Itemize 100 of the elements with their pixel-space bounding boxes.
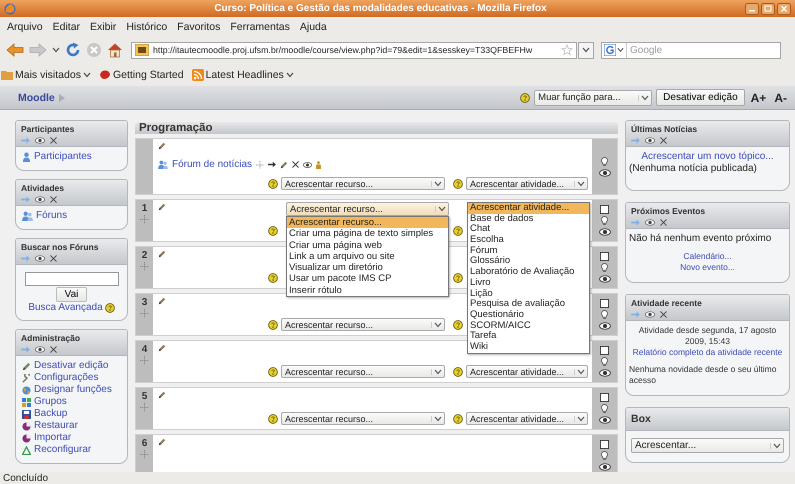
dropdown-option[interactable]: Inserir rótulo: [287, 284, 448, 296]
menu-item[interactable]: Editar: [48, 20, 86, 34]
block-link[interactable]: Participantes: [34, 151, 92, 163]
eye-icon[interactable]: [645, 137, 655, 144]
pencil-icon[interactable]: [158, 297, 166, 305]
pencil-icon[interactable]: [280, 160, 288, 168]
block-link[interactable]: Configurações: [34, 372, 98, 384]
help-icon[interactable]: [453, 414, 463, 424]
help-icon[interactable]: [104, 302, 115, 312]
add-activity-select[interactable]: Acrescentar atividade...: [466, 177, 588, 190]
dropdown-option[interactable]: SCORM/AICC: [468, 320, 589, 332]
help-icon[interactable]: [520, 92, 530, 102]
search-field[interactable]: Google: [601, 42, 781, 58]
eye-icon[interactable]: [598, 275, 610, 283]
font-size-button[interactable]: A+: [748, 90, 768, 104]
help-icon[interactable]: [453, 320, 463, 330]
block-link[interactable]: Relatório completo da atividade recente: [632, 347, 782, 357]
dropdown-option[interactable]: Livro: [468, 278, 589, 288]
eye-icon[interactable]: [303, 162, 312, 168]
eye-icon[interactable]: [645, 219, 655, 226]
highlight-checkbox[interactable]: [600, 346, 609, 355]
block-link[interactable]: Designar funções: [34, 384, 112, 396]
lightbulb-icon[interactable]: [601, 263, 608, 273]
add-activity-select[interactable]: Acrescentar atividade...: [466, 412, 588, 425]
dropdown-option[interactable]: Acrescentar recurso...: [287, 217, 448, 228]
eye-icon[interactable]: [598, 322, 610, 330]
block-link[interactable]: Fóruns: [36, 210, 68, 222]
search-button[interactable]: Vai: [56, 287, 88, 302]
home-link[interactable]: Moodle: [18, 92, 55, 104]
add-activity-select[interactable]: Acrescentar atividade...: [466, 365, 588, 378]
close-icon[interactable]: [50, 196, 57, 203]
menu-item[interactable]: Ajuda: [294, 20, 332, 34]
block-link[interactable]: Reconfigurar: [34, 444, 92, 456]
block-link[interactable]: Grupos: [34, 396, 67, 408]
dropdown-option[interactable]: Lição: [468, 288, 589, 300]
lightbulb-icon[interactable]: [601, 357, 608, 367]
close-icon[interactable]: [50, 346, 57, 353]
dropdown-option[interactable]: Chat: [468, 224, 589, 236]
close-button[interactable]: [777, 2, 791, 14]
close-icon[interactable]: [660, 137, 667, 144]
pencil-icon[interactable]: [158, 391, 166, 399]
close-icon[interactable]: [660, 219, 667, 226]
lightbulb-icon[interactable]: [601, 216, 608, 226]
arrow-right-icon[interactable]: [268, 161, 276, 168]
back-icon[interactable]: [6, 43, 24, 57]
add-resource-select[interactable]: Acrescentar recurso...: [281, 177, 445, 190]
highlight-checkbox[interactable]: [600, 252, 609, 261]
lightbulb-icon[interactable]: [601, 156, 608, 166]
eye-icon[interactable]: [645, 311, 655, 318]
dropdown-option[interactable]: Pesquisa de avaliação: [468, 299, 589, 310]
highlight-checkbox[interactable]: [600, 393, 609, 402]
lightbulb-icon[interactable]: [601, 310, 608, 320]
add-resource-select[interactable]: Acrescentar recurso...: [281, 318, 445, 331]
star-icon[interactable]: [561, 44, 573, 56]
block-link[interactable]: Backup: [34, 408, 68, 420]
menu-item[interactable]: Ferramentas: [225, 20, 295, 34]
help-icon[interactable]: [268, 366, 278, 376]
dropdown-option[interactable]: Escolha: [468, 235, 589, 246]
help-icon[interactable]: [268, 272, 278, 282]
add-resource-select[interactable]: Acrescentar recurso...: [281, 412, 445, 425]
help-icon[interactable]: [453, 226, 463, 236]
minimize-button[interactable]: [745, 2, 759, 14]
dropdown-option[interactable]: Acrescentar atividade...: [468, 203, 589, 214]
eye-icon[interactable]: [598, 369, 610, 377]
eye-icon[interactable]: [35, 137, 45, 144]
role-select[interactable]: Muar função para...: [534, 90, 652, 106]
menu-item[interactable]: Arquivo: [2, 20, 48, 34]
help-icon[interactable]: [453, 366, 463, 376]
eye-icon[interactable]: [35, 196, 45, 203]
menu-item[interactable]: Histórico: [121, 20, 172, 34]
block-link[interactable]: Desativar edição: [34, 360, 108, 372]
pencil-icon[interactable]: [158, 344, 166, 352]
dropdown-option[interactable]: Link a um arquivo ou site: [287, 250, 448, 262]
search-engine-button[interactable]: [602, 42, 627, 58]
dropdown-option[interactable]: Criar uma página de texto simples: [287, 228, 448, 240]
dropdown-option[interactable]: Usar um pacote IMS CP: [287, 273, 448, 285]
highlight-checkbox[interactable]: [600, 299, 609, 308]
block-link[interactable]: Novo evento...: [680, 262, 735, 272]
lightbulb-icon[interactable]: [601, 404, 608, 414]
block-link[interactable]: Calendário...: [683, 251, 732, 261]
block-link[interactable]: Restaurar: [34, 420, 78, 432]
highlight-checkbox[interactable]: [600, 440, 609, 449]
dropdown-option[interactable]: Glossário: [468, 256, 589, 268]
dropdown-option[interactable]: Base de dados: [468, 214, 589, 224]
dropdown-option[interactable]: Fórum: [468, 246, 589, 256]
reload-icon[interactable]: [65, 42, 81, 58]
help-icon[interactable]: [268, 178, 278, 188]
eye-icon[interactable]: [35, 346, 45, 353]
eye-icon[interactable]: [598, 228, 610, 236]
home-icon[interactable]: [107, 42, 123, 58]
caret-icon[interactable]: [52, 47, 60, 53]
help-icon[interactable]: [268, 320, 278, 330]
dropdown-option[interactable]: Questionário: [468, 310, 589, 321]
bookmark-item[interactable]: Latest Headlines: [192, 68, 294, 80]
help-icon[interactable]: [453, 272, 463, 282]
maximize-button[interactable]: [761, 2, 775, 14]
activity-link[interactable]: Fórum de notícias: [172, 159, 252, 170]
delete-icon[interactable]: [292, 161, 300, 168]
eye-icon[interactable]: [598, 463, 610, 471]
add-resource-select[interactable]: Acrescentar recurso...: [281, 365, 445, 378]
